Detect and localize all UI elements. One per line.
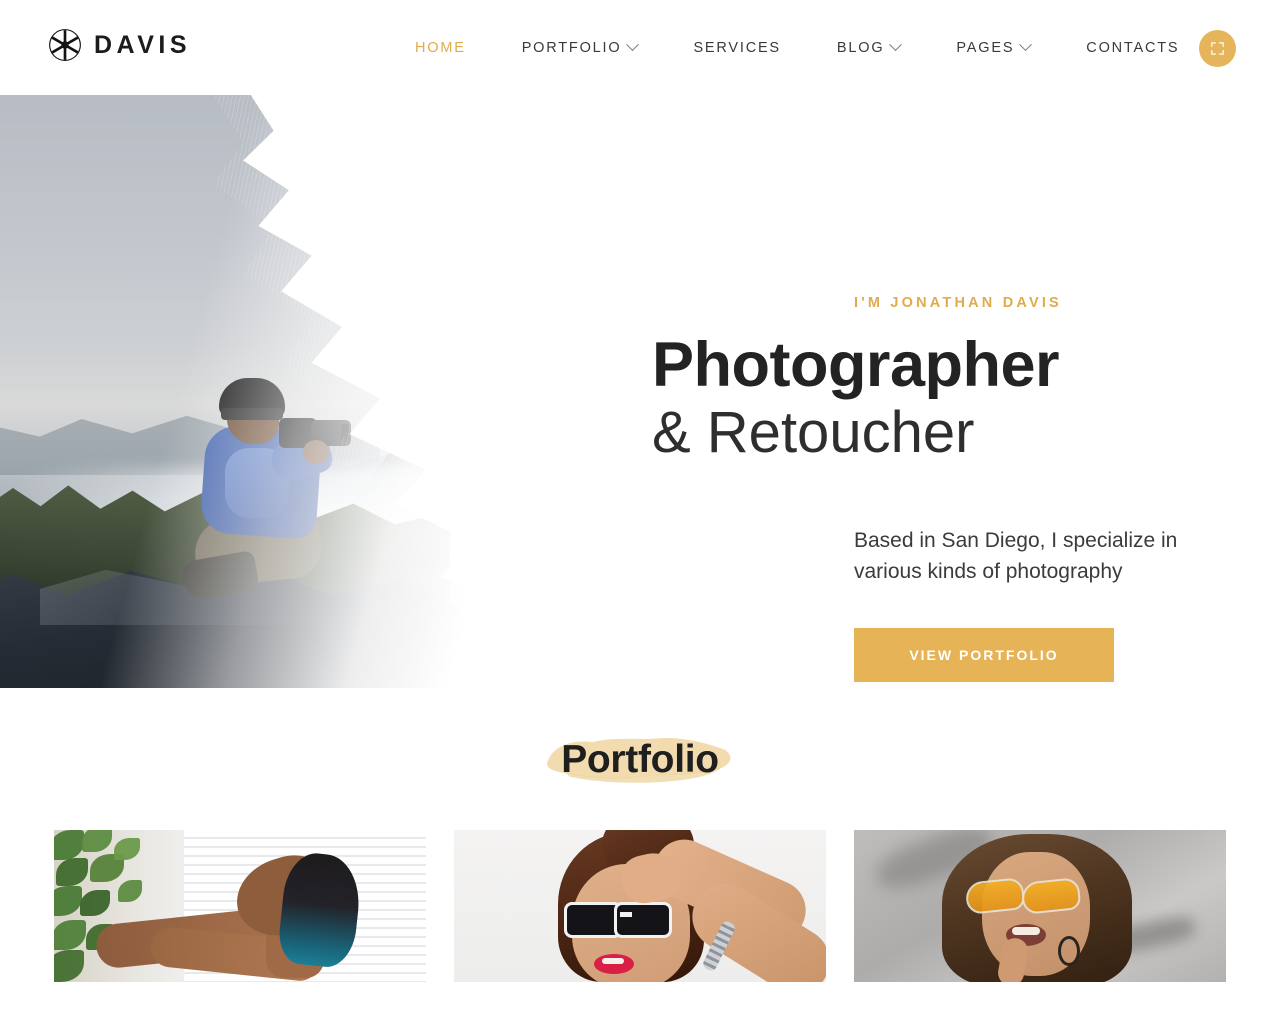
nav-item-portfolio[interactable]: PORTFOLIO [521, 38, 640, 56]
chevron-down-icon [1019, 38, 1033, 52]
nav-item-blog[interactable]: BLOG [836, 38, 903, 56]
card3-hoop-earring [1058, 936, 1080, 966]
nav-item-contacts[interactable]: CONTACTS [1086, 40, 1179, 56]
card2-lips [594, 954, 634, 974]
photographer-figure [180, 370, 365, 655]
nav-label-portfolio: PORTFOLIO [521, 39, 622, 56]
portfolio-thumbnail-1 [54, 830, 426, 982]
site-header: DAVIS HOME PORTFOLIO SERVICES BLOG PAGES… [0, 0, 1280, 95]
portfolio-thumbnail-2 [454, 830, 826, 982]
hero-headline: Photographer & Retoucher [652, 330, 1272, 466]
hero-title-light: & Retoucher [652, 399, 975, 465]
portfolio-thumbnail-3 [854, 830, 1226, 982]
brand-name: DAVIS [94, 30, 192, 59]
brand-logo-link[interactable]: DAVIS [48, 28, 191, 62]
figure-boot [180, 549, 260, 603]
card2-sunglasses-bridge [620, 912, 632, 917]
chevron-down-icon [626, 38, 640, 52]
nav-label-contacts: CONTACTS [1086, 39, 1180, 56]
nav-label-home: HOME [415, 39, 466, 56]
card2-sunglasses-right-lens [614, 902, 672, 938]
card3-teeth [1012, 927, 1040, 935]
nav-label-blog: BLOG [836, 39, 885, 56]
aperture-icon [49, 29, 81, 61]
fullscreen-expand-icon [1211, 42, 1224, 55]
hero-copy: I'M JONATHAN DAVIS Photographer & Retouc… [652, 95, 1254, 690]
view-portfolio-button[interactable]: VIEW PORTFOLIO [854, 628, 1114, 682]
portfolio-card-3[interactable] [854, 830, 1226, 982]
hero-image [0, 95, 760, 690]
portfolio-card-2[interactable] [454, 830, 826, 982]
figure-beanie-band [221, 408, 283, 420]
hero-image-canvas [0, 95, 760, 690]
fullscreen-toggle-button[interactable] [1199, 30, 1236, 67]
portfolio-title: Portfolio [561, 738, 719, 781]
nav-item-services[interactable]: SERVICES [693, 40, 780, 56]
portfolio-card-1[interactable] [54, 830, 426, 982]
card3-sunglasses-right-lens [1020, 877, 1082, 915]
nav-label-services: SERVICES [693, 39, 781, 56]
main-navigation: HOME PORTFOLIO SERVICES BLOG PAGES CONTA… [415, 0, 1179, 95]
portfolio-grid [0, 830, 1280, 982]
card2-teeth [602, 958, 624, 964]
nav-label-pages: PAGES [956, 39, 1015, 56]
hero-section: I'M JONATHAN DAVIS Photographer & Retouc… [0, 95, 1280, 690]
figure-hand [303, 440, 329, 464]
hero-eyebrow: I'M JONATHAN DAVIS [854, 295, 1062, 311]
nav-item-home[interactable]: HOME [415, 40, 466, 56]
portfolio-title-wrap: Portfolio [0, 690, 1280, 830]
hero-title-bold: Photographer [652, 330, 1060, 400]
nav-item-pages[interactable]: PAGES [956, 38, 1033, 56]
hero-subtitle: Based in San Diego, I specialize in vari… [854, 529, 1178, 584]
card3-sunglasses-left-lens [964, 877, 1026, 915]
portfolio-section: Portfolio [0, 690, 1280, 982]
chevron-down-icon [889, 38, 903, 52]
